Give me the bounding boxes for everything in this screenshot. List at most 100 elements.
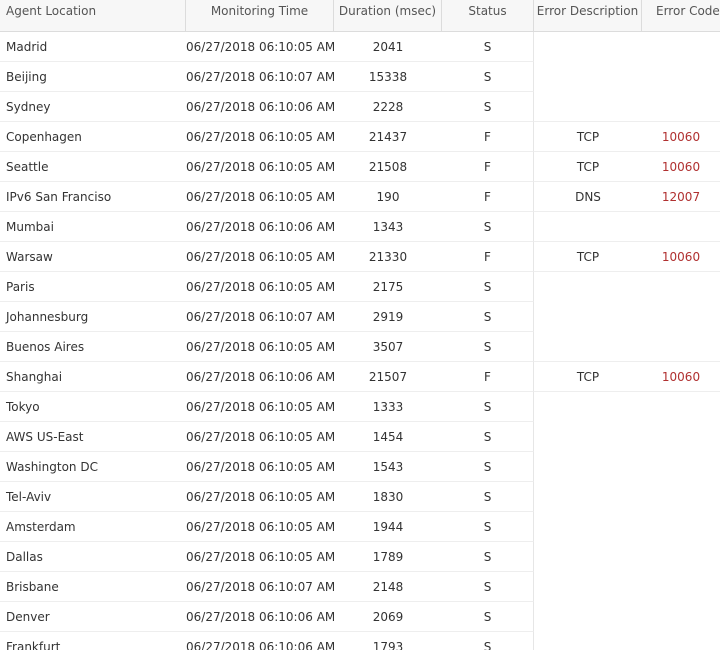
table-row[interactable]: Tel-Aviv 06/27/2018 06:10:05 AM 1830 S	[0, 482, 720, 512]
cell-error-code	[642, 542, 720, 572]
table-row[interactable]: Dallas 06/27/2018 06:10:05 AM 1789 S	[0, 542, 720, 572]
cell-status: S	[442, 302, 534, 332]
cell-duration: 21508	[334, 152, 442, 182]
cell-status: S	[442, 212, 534, 242]
cell-agent-location: AWS US-East	[0, 422, 186, 452]
cell-status: S	[442, 32, 534, 62]
column-header-duration[interactable]: Duration (msec)	[334, 0, 442, 31]
cell-duration: 1333	[334, 392, 442, 422]
table-row[interactable]: AWS US-East 06/27/2018 06:10:05 AM 1454 S	[0, 422, 720, 452]
table-row[interactable]: Washington DC 06/27/2018 06:10:05 AM 1543 S	[0, 452, 720, 482]
cell-error-description	[534, 632, 642, 650]
table-row[interactable]: Beijing 06/27/2018 06:10:07 AM 15338 S	[0, 62, 720, 92]
cell-status: S	[442, 272, 534, 302]
cell-agent-location: Warsaw	[0, 242, 186, 272]
column-header-agent-location[interactable]: Agent Location	[0, 0, 186, 31]
cell-status: F	[442, 182, 534, 212]
table-row[interactable]: Copenhagen 06/27/2018 06:10:05 AM 21437 F TC…	[0, 122, 720, 152]
cell-duration: 2228	[334, 92, 442, 122]
cell-duration: 1793	[334, 632, 442, 650]
table-row[interactable]: Madrid 06/27/2018 06:10:05 AM 2041 S	[0, 32, 720, 62]
cell-status: F	[442, 122, 534, 152]
cell-monitoring-time: 06/27/2018 06:10:06 AM	[186, 632, 334, 650]
cell-duration: 15338	[334, 62, 442, 92]
cell-agent-location: Amsterdam	[0, 512, 186, 542]
cell-agent-location: Madrid	[0, 32, 186, 62]
table-row[interactable]: Sydney 06/27/2018 06:10:06 AM 2228 S	[0, 92, 720, 122]
cell-agent-location: Copenhagen	[0, 122, 186, 152]
cell-agent-location: Johannesburg	[0, 302, 186, 332]
cell-duration: 1830	[334, 482, 442, 512]
table-row[interactable]: Denver 06/27/2018 06:10:06 AM 2069 S	[0, 602, 720, 632]
cell-agent-location: Mumbai	[0, 212, 186, 242]
cell-error-code	[642, 212, 720, 242]
column-header-error-description[interactable]: Error Description	[534, 0, 642, 31]
cell-duration: 1789	[334, 542, 442, 572]
cell-error-description	[534, 392, 642, 422]
cell-status: S	[442, 482, 534, 512]
cell-duration: 1543	[334, 452, 442, 482]
table-row[interactable]: Mumbai 06/27/2018 06:10:06 AM 1343 S	[0, 212, 720, 242]
cell-status: S	[442, 92, 534, 122]
cell-status: S	[442, 452, 534, 482]
cell-error-description	[534, 542, 642, 572]
cell-agent-location: Beijing	[0, 62, 186, 92]
cell-error-code	[642, 482, 720, 512]
cell-duration: 2175	[334, 272, 442, 302]
cell-duration: 1944	[334, 512, 442, 542]
column-header-status[interactable]: Status	[442, 0, 534, 31]
cell-monitoring-time: 06/27/2018 06:10:05 AM	[186, 512, 334, 542]
cell-error-code	[642, 392, 720, 422]
cell-agent-location: Tel-Aviv	[0, 482, 186, 512]
cell-error-code	[642, 602, 720, 632]
cell-monitoring-time: 06/27/2018 06:10:05 AM	[186, 452, 334, 482]
table-row[interactable]: Warsaw 06/27/2018 06:10:05 AM 21330 F TCP 100…	[0, 242, 720, 272]
cell-agent-location: Denver	[0, 602, 186, 632]
table-row[interactable]: Paris 06/27/2018 06:10:05 AM 2175 S	[0, 272, 720, 302]
table-row[interactable]: Seattle 06/27/2018 06:10:05 AM 21508 F TCP 10…	[0, 152, 720, 182]
cell-error-description	[534, 92, 642, 122]
table-row[interactable]: Tokyo 06/27/2018 06:10:05 AM 1333 S	[0, 392, 720, 422]
cell-error-code	[642, 92, 720, 122]
cell-duration: 1454	[334, 422, 442, 452]
table-row[interactable]: Brisbane 06/27/2018 06:10:07 AM 2148 S	[0, 572, 720, 602]
cell-agent-location: Dallas	[0, 542, 186, 572]
cell-agent-location: Paris	[0, 272, 186, 302]
cell-error-description	[534, 332, 642, 362]
cell-status: S	[442, 422, 534, 452]
cell-error-description	[534, 32, 642, 62]
table-row[interactable]: Johannesburg 06/27/2018 06:10:07 AM 2919 S	[0, 302, 720, 332]
cell-status: S	[442, 632, 534, 650]
cell-agent-location: Sydney	[0, 92, 186, 122]
cell-error-code	[642, 632, 720, 650]
cell-agent-location: Shanghai	[0, 362, 186, 392]
cell-status: S	[442, 512, 534, 542]
cell-error-description	[534, 212, 642, 242]
cell-duration: 2148	[334, 572, 442, 602]
table-row[interactable]: IPv6 San Franciso 06/27/2018 06:10:05 AM 1…	[0, 182, 720, 212]
cell-error-code: 10060	[642, 242, 720, 272]
cell-monitoring-time: 06/27/2018 06:10:06 AM	[186, 92, 334, 122]
column-header-error-code[interactable]: Error Code	[642, 0, 720, 31]
table-row[interactable]: Shanghai 06/27/2018 06:10:06 AM 21507 F TCP 1…	[0, 362, 720, 392]
results-grid: Agent Location Monitoring Time Duration …	[0, 0, 720, 650]
cell-status: F	[442, 152, 534, 182]
cell-agent-location: Seattle	[0, 152, 186, 182]
cell-error-description	[534, 422, 642, 452]
cell-monitoring-time: 06/27/2018 06:10:05 AM	[186, 242, 334, 272]
cell-error-code: 10060	[642, 122, 720, 152]
cell-agent-location: Tokyo	[0, 392, 186, 422]
cell-duration: 21437	[334, 122, 442, 152]
table-row[interactable]: Buenos Aires 06/27/2018 06:10:05 AM 3507 S	[0, 332, 720, 362]
cell-error-code	[642, 422, 720, 452]
column-header-monitoring-time[interactable]: Monitoring Time	[186, 0, 334, 31]
cell-status: S	[442, 62, 534, 92]
table-row[interactable]: Frankfurt 06/27/2018 06:10:06 AM 1793 S	[0, 632, 720, 650]
grid-header: Agent Location Monitoring Time Duration …	[0, 0, 720, 32]
cell-agent-location: IPv6 San Franciso	[0, 182, 186, 212]
cell-status: F	[442, 362, 534, 392]
cell-error-code: 10060	[642, 152, 720, 182]
table-row[interactable]: Amsterdam 06/27/2018 06:10:05 AM 1944 S	[0, 512, 720, 542]
cell-monitoring-time: 06/27/2018 06:10:05 AM	[186, 392, 334, 422]
cell-status: S	[442, 332, 534, 362]
